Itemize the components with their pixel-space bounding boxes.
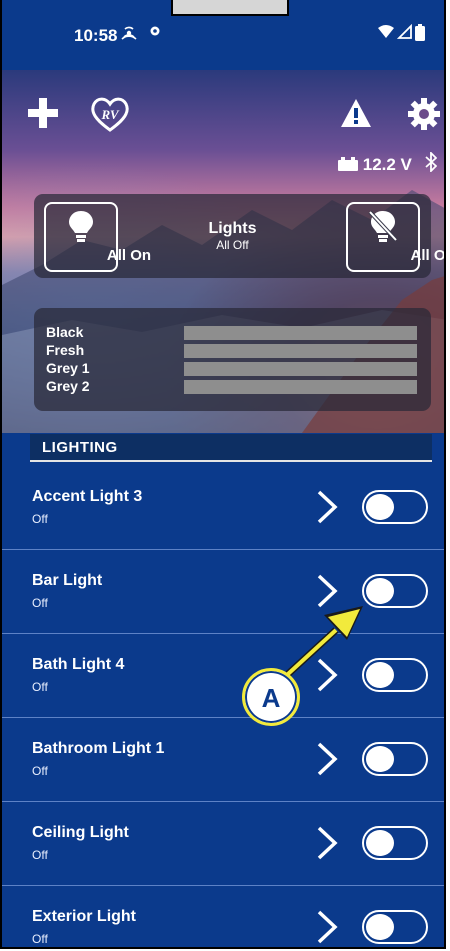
toggle-switch[interactable] — [362, 742, 428, 776]
lights-panel: All On Lights All Off All Off — [34, 194, 444, 278]
alerts-button[interactable] — [340, 98, 372, 133]
toggle-knob — [366, 662, 394, 688]
tank-level-bar — [184, 362, 417, 376]
settings-dot-icon — [148, 24, 162, 43]
callout-label: A — [261, 683, 281, 713]
signal-icon — [396, 23, 413, 45]
chevron-right-icon[interactable] — [314, 573, 340, 609]
bluetooth-icon — [425, 150, 438, 177]
tank-row-black: Black — [46, 324, 419, 342]
battery-voltage: 12.2 V — [338, 155, 412, 175]
tank-label: Fresh — [46, 342, 85, 358]
list-item-accent-light-3[interactable]: Accent Light 3 Off — [2, 466, 444, 550]
toggle-knob — [366, 914, 394, 940]
tank-level-bar — [184, 344, 417, 358]
plus-icon — [28, 98, 58, 128]
settings-gear-icon — [408, 98, 440, 130]
chevron-right-icon[interactable] — [314, 489, 340, 525]
list-item-ceiling-light[interactable]: Ceiling Light Off — [2, 802, 444, 886]
add-button[interactable] — [26, 96, 60, 137]
item-name: Bathroom Light 1 — [32, 740, 165, 757]
list-item-bath-light-4[interactable]: Bath Light 4 Off — [2, 634, 444, 718]
battery-icon — [415, 24, 425, 46]
toggle-switch[interactable] — [362, 574, 428, 608]
warning-icon — [341, 99, 371, 127]
toggle-switch[interactable] — [362, 910, 428, 944]
item-name: Bath Light 4 — [32, 656, 125, 673]
list-item-exterior-light[interactable]: Exterior Light Off — [2, 886, 444, 947]
settings-button[interactable] — [408, 98, 440, 135]
toggle-knob — [366, 830, 394, 856]
car-battery-icon — [338, 157, 358, 171]
section-title: LIGHTING — [42, 439, 118, 456]
item-status: Off — [32, 680, 48, 694]
tank-row-grey-2: Grey 2 — [46, 378, 419, 396]
tank-label: Grey 2 — [46, 378, 90, 394]
item-name: Exterior Light — [32, 908, 137, 925]
item-status: Off — [32, 932, 48, 946]
toggle-switch[interactable] — [362, 490, 428, 524]
toggle-knob — [366, 578, 394, 604]
chevron-right-icon[interactable] — [314, 741, 340, 777]
tank-row-grey-1: Grey 1 — [46, 360, 419, 378]
tank-label: Grey 1 — [46, 360, 90, 376]
toggle-knob — [366, 746, 394, 772]
list-item-bathroom-light-1[interactable]: Bathroom Light 1 Off — [2, 718, 444, 802]
toggle-switch[interactable] — [362, 826, 428, 860]
tank-level-bar — [184, 380, 417, 394]
tanks-panel: Black Fresh Grey 1 Grey 2 — [34, 308, 431, 411]
light-bulb-off-icon — [368, 210, 398, 242]
wifi-icon — [377, 24, 395, 45]
item-status: Off — [32, 512, 48, 526]
status-time: 10:58 — [74, 26, 118, 45]
all-off-button[interactable]: All Off — [346, 202, 444, 272]
rv-heart-logo-icon: RV — [91, 97, 129, 132]
list-item-bar-light[interactable]: Bar Light Off — [2, 550, 444, 634]
toggle-switch[interactable] — [362, 658, 428, 692]
callout-badge: A — [242, 668, 300, 726]
chevron-right-icon[interactable] — [314, 825, 340, 861]
item-status: Off — [32, 764, 48, 778]
hotspot-icon — [120, 24, 138, 47]
tank-row-fresh: Fresh — [46, 342, 419, 360]
tank-level-bar — [184, 326, 417, 340]
item-status: Off — [32, 596, 48, 610]
rv-logo-button[interactable]: RV — [88, 94, 132, 134]
item-status: Off — [32, 848, 48, 862]
app-screen: 10:58 RV 12.2 V All On Lights All Off Al… — [0, 0, 446, 949]
toggle-knob — [366, 494, 394, 520]
item-name: Ceiling Light — [32, 824, 129, 841]
logo-text: RV — [100, 107, 119, 122]
item-name: Bar Light — [32, 572, 103, 589]
tank-label: Black — [46, 324, 84, 340]
top-tab-marker — [171, 0, 289, 16]
chevron-right-icon[interactable] — [314, 657, 340, 693]
all-off-label: All Off — [410, 247, 446, 264]
section-header-lighting: LIGHTING — [30, 434, 432, 462]
chevron-right-icon[interactable] — [314, 909, 340, 945]
item-name: Accent Light 3 — [32, 488, 143, 505]
battery-voltage-text: 12.2 V — [362, 155, 412, 174]
